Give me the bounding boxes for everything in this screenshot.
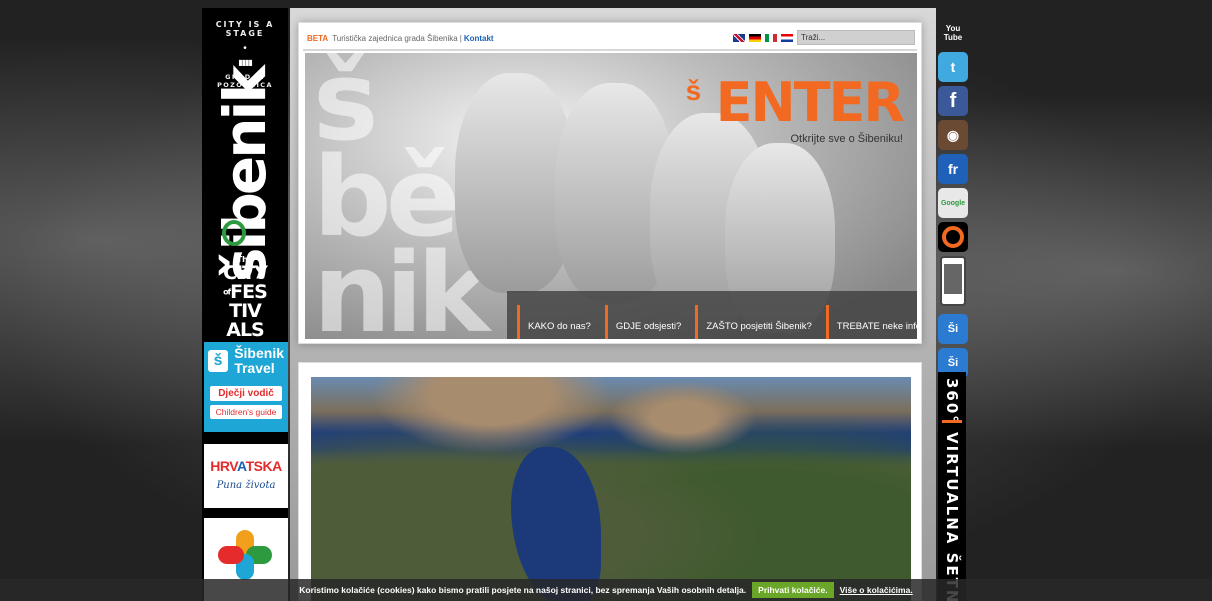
hero-nav: KAKO do nas? GDJE odsjesti? ZAŠTO posjet… [507,291,917,339]
contact-link[interactable]: Kontakt [464,34,494,43]
festivals-als: ALS [226,319,265,341]
hrvatska-logo: HRVATSKA [210,458,282,474]
aerial-photo-panel [298,362,922,601]
app-store-icon[interactable]: Ši [938,314,968,344]
hero-banner[interactable]: š bě nik š ENTER Otkrijte sve o Šibeniku! … [305,53,917,339]
sibenik-logo[interactable]: šibenik [211,68,279,282]
sibenik-amp-icon [222,220,246,246]
city-stage-text: CITY IS A STAGE [215,20,275,38]
organisation-link[interactable]: Turistička zajednica grada Šibenika [332,34,458,43]
twitter-icon[interactable]: t [938,52,968,82]
google-maps-icon[interactable]: Google [938,188,968,218]
accept-cookies-button[interactable]: Prihvati kolačiće. [752,582,834,598]
aerial-photo[interactable] [311,377,911,601]
flag-english-icon[interactable] [733,34,745,42]
virtual-tour-banner[interactable]: 360° VIRTUALNA ŠETNJA [938,372,966,601]
cookie-bar: Koristimo kolačiće (cookies) kako bismo … [0,579,1212,601]
flag-italian-icon[interactable] [765,34,777,42]
enter-amp-icon: š [685,75,702,106]
flickr-icon[interactable]: fr [938,154,968,184]
virtual-tour-label: 360° VIRTUALNA ŠETNJA [943,378,961,601]
flag-german-icon[interactable] [749,34,761,42]
hrvatska-banner[interactable]: HRVATSKA Puna života [204,444,288,508]
target-icon[interactable] [938,222,968,252]
childrens-guide-hr[interactable]: Dječji vodič [210,386,282,401]
top-bar: BETA Turistička zajednica grada Šibenika… [303,27,917,51]
nav-need-info[interactable]: TREBATE neke informacije? [825,305,917,339]
hrvatska-tagline: Puna života [216,480,276,491]
beta-badge: BETA [307,33,329,43]
nav-why-visit[interactable]: ZAŠTO posjetiti Šibenik? [695,305,819,339]
main-panel: BETA Turistička zajednica grada Šibenika… [298,22,922,344]
instagram-icon[interactable]: ◉ [938,120,968,150]
childrens-guide-en[interactable]: Children's guide [210,405,282,419]
travel-logo-icon: š [208,350,229,372]
pinwheel-icon [218,530,272,580]
youtube-icon[interactable]: You Tube [938,18,968,48]
dot-mark: • [243,43,247,54]
cookie-text: Koristimo kolačiće (cookies) kako bismo … [299,585,747,595]
travel-line1: Šibenik [234,345,284,361]
facebook-icon[interactable]: f [938,86,968,116]
flag-croatian-icon[interactable] [781,34,793,42]
bars-mark: ▮▮▮▮ [238,58,253,67]
travel-line2: Travel [234,360,275,376]
enter-subtitle: Otkrijte sve o Šibeniku! [790,133,904,145]
language-flags [733,34,793,42]
search-input[interactable]: Traži... [797,30,915,45]
city-of-festivals-logo[interactable]: The CITY ofFES TIV ALS [210,256,280,340]
enter-logo[interactable]: š ENTER Otkrijte sve o Šibeniku! [686,71,905,146]
separator: | [459,33,462,43]
cookie-more-link[interactable]: Više o kolačićima. [840,585,913,595]
phone-app-icon[interactable] [940,256,966,306]
nav-where-to-stay[interactable]: GDJE odsjesti? [604,305,689,339]
nav-how-to-get[interactable]: KAKO do nas? [517,305,599,339]
river-shape [511,447,601,601]
enter-word: ENTER [715,71,905,134]
left-sidebar: CITY IS A STAGE • ▮▮▮▮ GRAD JE POZORNICA… [202,8,288,601]
sibenik-travel-banner[interactable]: š Šibenik Travel Dječji vodič Children's… [204,342,288,432]
virtual-tour-divider [942,420,962,423]
